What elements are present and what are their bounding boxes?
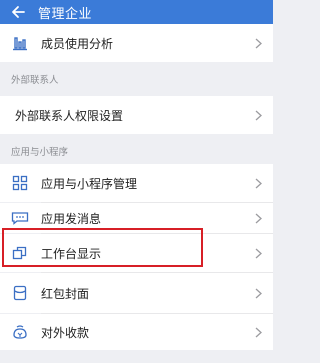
chevron-right-icon	[253, 175, 263, 191]
chevron-right-icon	[253, 210, 263, 226]
red-packet-icon	[11, 284, 29, 302]
app-manage-row[interactable]: 应用与小程序管理	[0, 164, 273, 202]
red-packet-cover-label: 红包封面	[41, 286, 90, 301]
section-title-apps: 应用与小程序	[11, 147, 69, 158]
external-payment-row[interactable]: 对外收款	[0, 314, 273, 350]
bar-chart-icon	[11, 34, 29, 52]
section-title-external: 外部联系人	[11, 75, 59, 86]
red-packet-cover-row[interactable]: 红包封面	[0, 273, 273, 313]
highlight-box	[2, 228, 203, 267]
chevron-right-icon	[253, 35, 263, 51]
chevron-right-icon	[253, 107, 263, 123]
chevron-right-icon	[253, 245, 263, 261]
grid-icon	[11, 174, 29, 192]
page-title: 管理企业	[38, 6, 93, 22]
app-manage-label: 应用与小程序管理	[41, 176, 138, 191]
external-permission-label: 外部联系人权限设置	[15, 108, 124, 123]
message-icon	[11, 209, 29, 227]
chevron-right-icon	[253, 285, 263, 301]
app-header: 管理企业	[0, 0, 273, 24]
chevron-right-icon	[253, 324, 263, 340]
external-payment-label: 对外收款	[41, 325, 90, 340]
member-usage-label: 成员使用分析	[41, 36, 114, 51]
payment-icon	[11, 323, 29, 341]
member-usage-row[interactable]: 成员使用分析	[0, 24, 273, 62]
external-permission-row[interactable]: 外部联系人权限设置	[0, 96, 273, 134]
app-message-label: 应用发消息	[41, 211, 102, 226]
back-arrow-icon[interactable]	[6, 0, 30, 24]
